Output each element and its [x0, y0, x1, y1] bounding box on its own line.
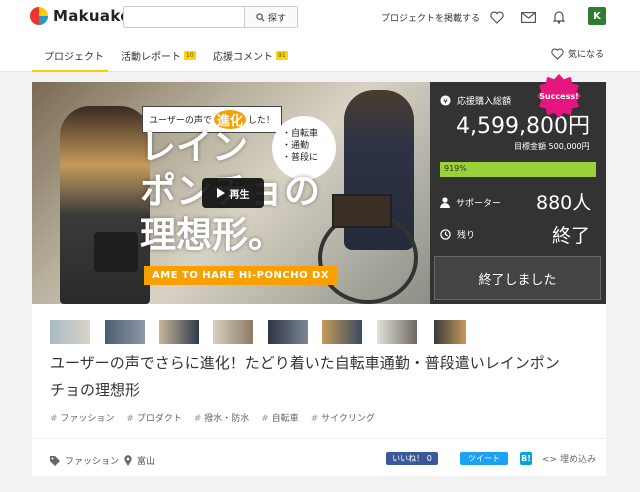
mail-icon[interactable] [519, 8, 537, 26]
tag-bicycle[interactable]: 自転車 [261, 411, 299, 424]
play-icon [216, 188, 225, 198]
gallery-thumb-5[interactable] [268, 320, 308, 344]
gallery-thumb-4[interactable] [213, 320, 253, 344]
project-title-line-2: チョの理想形 [50, 381, 141, 399]
favorite-label: 気になる [568, 50, 605, 60]
tag-waterproof[interactable]: 撥水・防水 [194, 411, 249, 424]
heart-outline-icon [551, 47, 564, 60]
comments-count-badge: 91 [276, 51, 288, 60]
progress-percent: 919% [444, 164, 467, 173]
post-project-link[interactable]: プロジェクトを掲載する [381, 11, 480, 24]
category-link[interactable]: ファッション [50, 454, 119, 467]
active-tab-indicator [32, 70, 108, 72]
person-icon [440, 197, 450, 208]
project-card: ユーザーの声で 進化 した！ ・自転車 ・通勤 ・普段に レイン ポンチョの 理… [32, 82, 606, 476]
project-tabs: プロジェクト 活動レポート 10 応援コメント 91 気になる [0, 38, 640, 72]
location-link[interactable]: 富山 [124, 454, 155, 467]
remaining-label: 残り [457, 231, 476, 241]
user-avatar[interactable]: K [588, 7, 606, 25]
model-man-image [60, 106, 150, 304]
bag-image [94, 232, 138, 272]
play-label: 再生 [229, 189, 250, 201]
embed-link[interactable]: <> 埋め込み [542, 452, 596, 465]
tab-comments[interactable]: 応援コメント 91 [213, 48, 288, 63]
tab-comments-label: 応援コメント [213, 52, 273, 63]
tweet-button[interactable]: ツイート [460, 452, 508, 465]
clock-icon [440, 229, 451, 240]
top-header: Makuake 探す プロジェクトを掲載する K [0, 0, 640, 38]
remaining-value: 終了 [552, 225, 591, 247]
tag-product[interactable]: プロダクト [126, 411, 182, 424]
logo-mark-icon [30, 7, 48, 25]
tag-icon [50, 455, 60, 466]
hero-video[interactable]: ユーザーの声で 進化 した！ ・自転車 ・通勤 ・普段に レイン ポンチョの 理… [32, 82, 430, 304]
bike-basket-image [332, 194, 392, 228]
gallery-thumb-8[interactable] [434, 320, 466, 344]
heart-icon[interactable] [488, 8, 506, 26]
gallery-thumb-7[interactable] [377, 320, 417, 344]
project-tags: ファッション プロダクト 撥水・防水 自転車 サイクリング [50, 411, 375, 424]
search-icon [256, 12, 265, 22]
play-video-button[interactable]: 再生 [202, 178, 264, 208]
goal-row: 目標金額 500,000円 [514, 141, 590, 152]
hatena-bookmark-button[interactable]: B! [520, 452, 532, 465]
divider [32, 438, 606, 439]
goal-label: 目標金額 [514, 142, 546, 151]
category-label: ファッション [65, 457, 120, 467]
total-label-row: ¥ 応援購入総額 [440, 94, 511, 107]
funding-progress-bar: 919% [440, 162, 596, 177]
search-box: 探す [123, 6, 298, 28]
tab-activity-label: 活動レポート [121, 52, 181, 63]
project-ended-button[interactable]: 終了しました [434, 256, 601, 300]
tag-cycling[interactable]: サイクリング [311, 411, 375, 424]
goal-amount: 500,000円 [548, 142, 590, 151]
remaining-row: 残り [440, 228, 475, 241]
search-button-label: 探す [267, 13, 286, 24]
gallery-thumb-3[interactable] [159, 320, 199, 344]
gallery-thumbnails [32, 312, 606, 344]
gallery-thumb-1[interactable] [50, 320, 90, 344]
bell-icon[interactable] [550, 8, 568, 26]
location-pin-icon [124, 455, 132, 466]
supporters-row: サポーター [440, 196, 501, 209]
logo-text: Makuake [53, 7, 131, 25]
svg-text:¥: ¥ [443, 96, 448, 105]
activity-count-badge: 10 [184, 51, 196, 60]
embed-icon: <> [542, 455, 558, 465]
user-avatar-letter: K [593, 10, 601, 22]
gallery-thumb-2[interactable] [105, 320, 145, 344]
project-title: ユーザーの声でさらに進化！たどり着いた自転車通勤・普段遣いレインポン チョの理想… [50, 350, 590, 404]
hero-subtitle-prefix: ユーザーの声で [149, 116, 212, 126]
tab-project[interactable]: プロジェクト [44, 48, 104, 63]
hero-subtitle-suffix: した！ [247, 116, 275, 126]
gallery-thumb-6[interactable] [322, 320, 362, 344]
yen-icon: ¥ [440, 95, 451, 106]
hero-headline-line-1: レイン [140, 127, 249, 168]
tab-activity-report[interactable]: 活動レポート 10 [121, 48, 196, 63]
favorite-button[interactable]: 気になる [551, 47, 604, 60]
search-input[interactable] [124, 7, 244, 27]
makuake-logo[interactable]: Makuake [30, 7, 131, 25]
hero-brand-bar: AME TO HARE HI-PONCHO DX [144, 266, 338, 285]
total-label: 応援購入総額 [457, 97, 512, 107]
embed-label: 埋め込み [559, 455, 596, 465]
tag-fashion[interactable]: ファッション [50, 411, 114, 424]
facebook-like-button[interactable]: いいね！ 0 [386, 452, 438, 465]
project-title-line-1: ユーザーの声でさらに進化！たどり着いた自転車通勤・普段遣いレインポン [50, 354, 560, 372]
search-button[interactable]: 探す [244, 7, 297, 27]
supporters-value: 880人 [536, 192, 592, 214]
hero-headline-line-3: 理想形。 [140, 215, 285, 256]
funding-panel: ¥ 応援購入総額 4,599,800円 目標金額 500,000円 919% サ… [430, 82, 606, 304]
location-label: 富山 [137, 457, 156, 467]
supporters-label: サポーター [456, 199, 502, 209]
tab-project-label: プロジェクト [44, 52, 104, 63]
